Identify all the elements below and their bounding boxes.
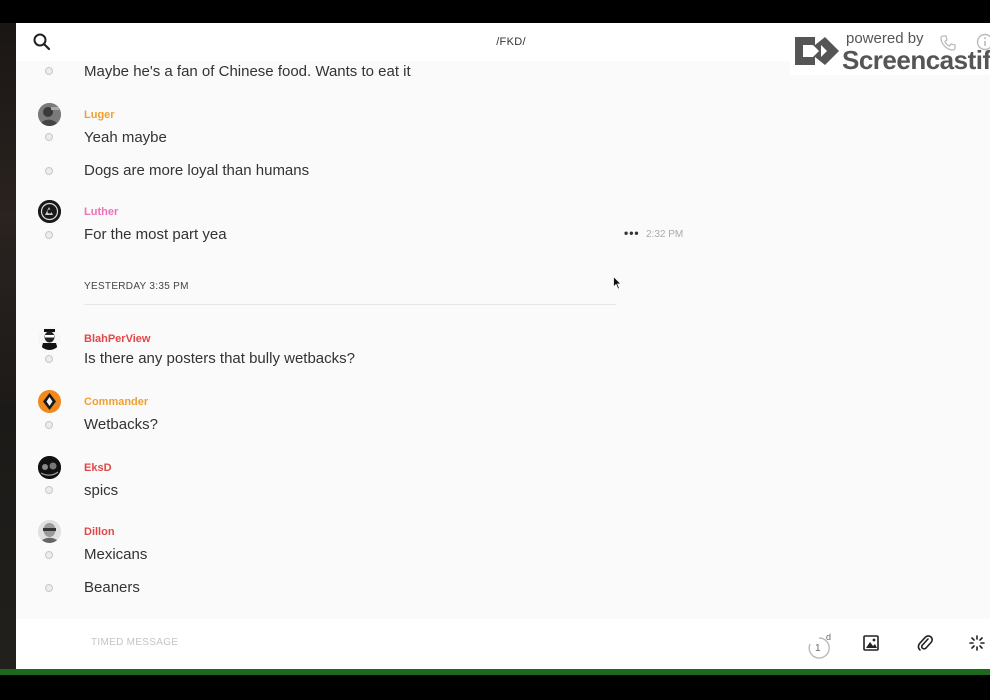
timer-button[interactable]: 1 d	[807, 632, 832, 659]
more-options-icon[interactable]: •••	[624, 226, 640, 240]
watermark-brand: Screencastify	[842, 45, 990, 75]
avatar[interactable]	[38, 390, 61, 413]
status-dot	[45, 231, 53, 239]
attachment-icon[interactable]	[917, 634, 933, 657]
avatar[interactable]	[38, 327, 61, 350]
top-letterbox	[0, 0, 990, 23]
message-text: For the most part yea	[84, 226, 227, 243]
status-dot	[45, 421, 53, 429]
compose-bar: 1 d	[16, 619, 990, 669]
username[interactable]: Dillon	[84, 526, 115, 538]
background-edge	[0, 23, 16, 671]
screencastify-logo-icon	[793, 33, 841, 74]
info-icon[interactable]	[976, 33, 990, 56]
message-text: Maybe he's a fan of Chinese food. Wants …	[84, 63, 411, 80]
message-timestamp: 2:32 PM	[646, 229, 684, 240]
avatar[interactable]	[38, 520, 61, 543]
screencastify-watermark: powered by Screencastify	[790, 23, 990, 75]
chat-window: /FKD/ powered by Screencastify Maybe he'…	[16, 23, 990, 669]
username[interactable]: Luger	[84, 109, 115, 121]
timer-unit: d	[826, 632, 832, 642]
username[interactable]: BlahPerView	[84, 333, 150, 345]
message-text: Yeah maybe	[84, 129, 167, 146]
phone-icon[interactable]	[940, 35, 956, 56]
status-dot	[45, 551, 53, 559]
message-text: Mexicans	[84, 546, 148, 563]
username[interactable]: Luther	[84, 206, 118, 218]
timer-value: 1	[815, 643, 821, 654]
status-dot	[45, 67, 53, 75]
username[interactable]: EksD	[84, 462, 112, 474]
avatar[interactable]	[38, 456, 61, 479]
avatar[interactable]	[38, 200, 61, 223]
message-input[interactable]	[91, 632, 611, 652]
avatar[interactable]	[38, 103, 61, 126]
status-dot	[45, 355, 53, 363]
message-text: Is there any posters that bully wetbacks…	[84, 350, 355, 367]
loading-spinner-icon[interactable]	[969, 635, 985, 656]
separator-line	[84, 304, 616, 305]
message-text: Beaners	[84, 579, 140, 596]
mouse-cursor-icon	[613, 275, 623, 296]
day-separator: YESTERDAY 3:35 PM	[84, 281, 189, 292]
image-icon[interactable]	[863, 635, 879, 656]
bottom-letterbox	[0, 675, 990, 700]
status-dot	[45, 167, 53, 175]
status-dot	[45, 486, 53, 494]
message-text: spics	[84, 482, 119, 499]
message-text: Wetbacks?	[84, 416, 158, 433]
status-dot	[45, 133, 53, 141]
message-text: Dogs are more loyal than humans	[84, 162, 310, 179]
status-dot	[45, 584, 53, 592]
username[interactable]: Commander	[84, 396, 148, 408]
